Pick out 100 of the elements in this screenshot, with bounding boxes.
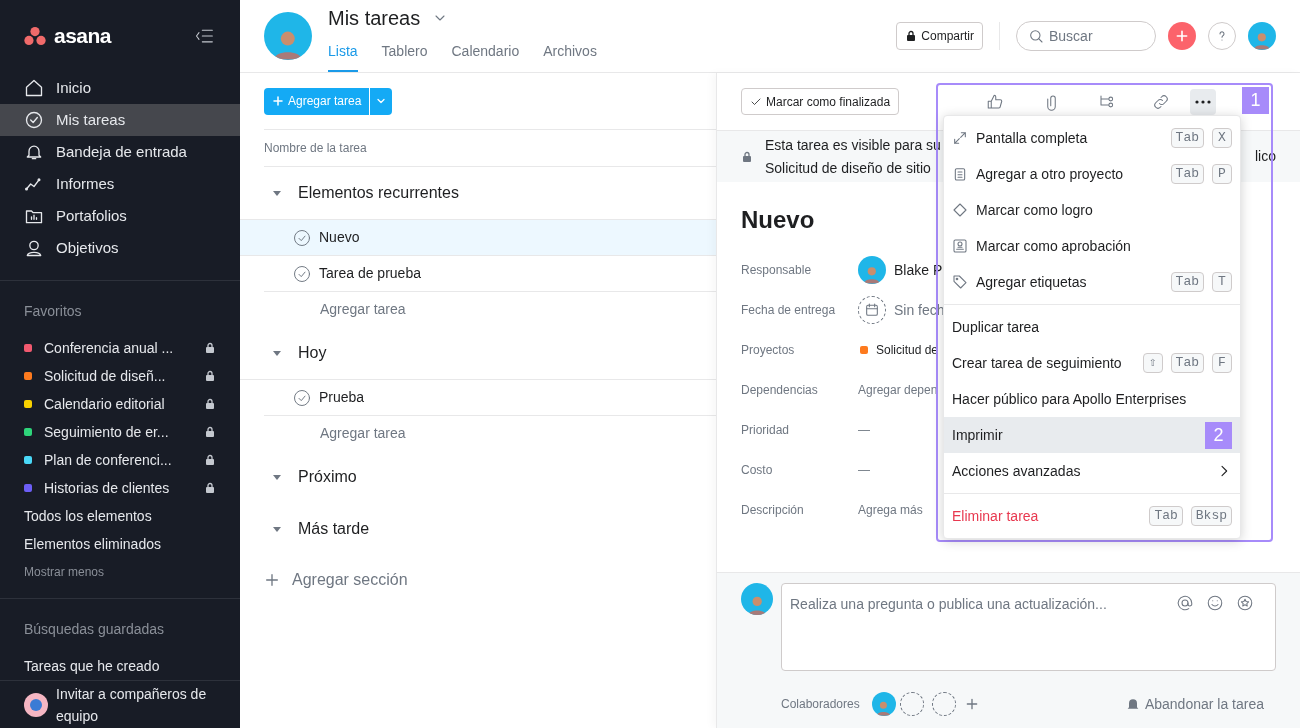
column-header: Nombre de la tarea: [264, 140, 367, 157]
diamond-icon: [952, 202, 968, 218]
view-tab[interactable]: Archivos: [543, 41, 597, 72]
nav-item[interactable]: Informes: [0, 168, 240, 200]
emoji-icon[interactable]: [1206, 594, 1224, 612]
search-icon: [1028, 28, 1044, 44]
shortcut-key: Tab: [1170, 272, 1204, 292]
menu-item[interactable]: Pantalla completa Tab X: [944, 120, 1240, 156]
nav-item[interactable]: Bandeja de entrada: [0, 136, 240, 168]
shortcut-key: T: [1212, 272, 1232, 292]
annotation-badge: 1: [1242, 87, 1269, 114]
menu-item[interactable]: Marcar como logro: [944, 192, 1240, 228]
show-less-link[interactable]: Mostrar menos: [24, 558, 216, 586]
lock-icon: [741, 150, 753, 163]
more-button[interactable]: [1190, 88, 1216, 115]
user-avatar: [1248, 22, 1276, 50]
add-task-dropdown[interactable]: [370, 87, 393, 115]
shortcut-key: F: [1212, 353, 1232, 373]
collaborator-avatar: [871, 692, 896, 716]
lock-icon: [204, 342, 216, 354]
caret-icon[interactable]: [272, 524, 282, 534]
user-avatar: [741, 583, 773, 615]
check-circle-icon: [24, 110, 44, 130]
field-label: Fecha de entrega: [741, 302, 837, 319]
menu-item[interactable]: Acciones avanzadas: [944, 453, 1240, 489]
nav-item[interactable]: Objetivos: [0, 232, 240, 264]
menu-item[interactable]: Hacer público para Apollo Enterprises: [944, 381, 1240, 417]
task-row[interactable]: Nuevo: [240, 219, 716, 255]
menu-item[interactable]: Duplicar tarea: [944, 309, 1240, 345]
check-circle-icon[interactable]: [293, 264, 311, 283]
lock-icon: [204, 426, 216, 438]
favorite-project-item[interactable]: Historias de clientes: [24, 474, 216, 502]
shortcut-key: Bksp: [1190, 506, 1232, 526]
view-tab[interactable]: Tablero: [381, 41, 428, 72]
person-icon: [24, 238, 44, 258]
menu-item[interactable]: Imprimir 2: [944, 417, 1240, 453]
check-circle-icon[interactable]: [293, 388, 311, 407]
link-icon[interactable]: [1152, 92, 1170, 111]
collaborators-label: Colaboradores: [781, 696, 860, 713]
nav-item[interactable]: Inicio: [0, 72, 240, 104]
comment-field[interactable]: Realiza una pregunta o publica una actualización...: [781, 583, 1276, 671]
nav-item[interactable]: Portafolios: [0, 200, 240, 232]
leave-task-button[interactable]: Abandonar la tarea: [1124, 693, 1264, 715]
tag-icon: [952, 274, 968, 290]
add-button[interactable]: [1168, 22, 1196, 50]
field-label: Responsable: [741, 262, 813, 279]
menu-item[interactable]: Marcar como aprobación: [944, 228, 1240, 264]
page-title: Mis tareas: [328, 6, 421, 31]
invite-link[interactable]: Invitar a compañeros de equipo: [56, 682, 216, 727]
field-label: Proyectos: [741, 342, 796, 359]
saved-search-item[interactable]: Tareas que he creado: [24, 652, 216, 680]
share-button[interactable]: Compartir: [896, 22, 983, 50]
field-value[interactable]: —: [858, 421, 870, 439]
menu-item[interactable]: Agregar a otro proyecto Tab P: [944, 156, 1240, 192]
mention-icon[interactable]: [1176, 594, 1194, 612]
shortcut-key: Tab: [1170, 164, 1204, 184]
field-label: Descripción: [741, 502, 805, 519]
field-value[interactable]: Agrega más: [858, 501, 923, 519]
stamp-icon: [952, 238, 968, 254]
task-row[interactable]: Tarea de prueba: [240, 255, 716, 291]
lock-icon: [204, 482, 216, 494]
favorite-project-item[interactable]: Plan de conferenci...: [24, 446, 216, 474]
visibility-notice-text: Solicitud de diseño de sitio: [765, 158, 932, 178]
menu-item[interactable]: Crear tarea de seguimiento ⇧ Tab F: [944, 345, 1240, 381]
favorite-project-item[interactable]: Solicitud de diseñ...: [24, 362, 216, 390]
add-task-link[interactable]: Agregar tarea: [320, 299, 406, 320]
shortcut-key: X: [1212, 128, 1232, 148]
menu-item[interactable]: Eliminar tarea Tab Bksp: [944, 498, 1240, 534]
favorite-project-item[interactable]: Seguimiento de er...: [24, 418, 216, 446]
caret-icon[interactable]: [272, 188, 282, 198]
shortcut-key: Tab: [1170, 128, 1204, 148]
menu-item[interactable]: Agregar etiquetas Tab T: [944, 264, 1240, 300]
logo-text: asana: [54, 23, 111, 50]
plus-icon: [272, 95, 284, 107]
section-title: Hoy: [298, 343, 327, 363]
expand-icon: [952, 130, 968, 146]
field-value[interactable]: —: [858, 461, 870, 479]
lock-icon: [204, 454, 216, 466]
thumbs-up-icon[interactable]: [986, 92, 1004, 111]
search-field[interactable]: Buscar: [1016, 21, 1156, 51]
add-task-link[interactable]: Agregar tarea: [320, 423, 406, 444]
view-tab[interactable]: Calendario: [451, 41, 520, 72]
nav-item[interactable]: Mis tareas: [0, 104, 240, 136]
invite-icon: [24, 692, 48, 717]
sidebar-link[interactable]: Todos los elementos: [24, 502, 216, 530]
task-row[interactable]: Prueba: [240, 379, 716, 415]
section-title: Elementos recurrentes: [298, 183, 459, 203]
clipboard-icon: [952, 166, 968, 182]
mark-complete-button[interactable]: Marcar como finalizada: [741, 88, 900, 115]
caret-icon[interactable]: [272, 472, 282, 482]
sidebar-link[interactable]: Elementos eliminados: [24, 530, 216, 558]
favorite-project-item[interactable]: Calendario editorial: [24, 390, 216, 418]
favorite-project-item[interactable]: Conferencia anual ...: [24, 334, 216, 362]
check-circle-icon[interactable]: [293, 228, 311, 247]
caret-icon[interactable]: [272, 348, 282, 358]
task-title: Nuevo: [741, 205, 815, 235]
shortcut-key: P: [1212, 164, 1232, 184]
section-heading: Favoritos: [24, 302, 83, 321]
add-section-link[interactable]: Agregar sección: [292, 568, 408, 592]
shortcut-key: Tab: [1170, 353, 1204, 373]
